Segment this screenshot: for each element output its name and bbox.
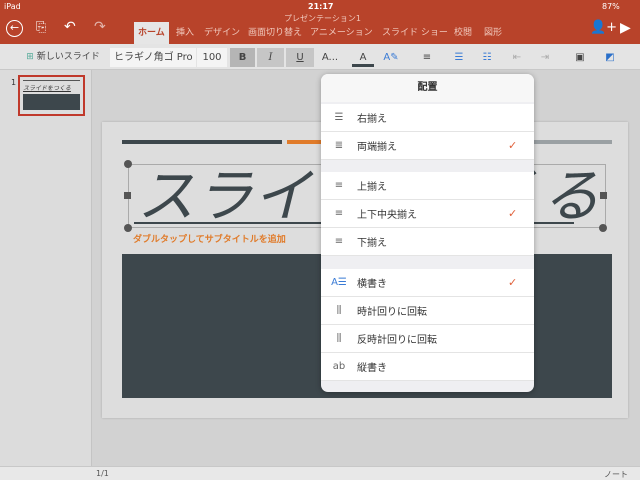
redo-icon[interactable]: ↷ [94, 19, 106, 35]
align-bottom-item[interactable]: ≡ 下揃え [321, 228, 534, 256]
notes-button[interactable]: ノート [604, 469, 628, 480]
vertical-text-icon: ab [332, 361, 346, 372]
tab-transitions[interactable]: 画面切り替え [244, 22, 306, 44]
popover-title: 配置 [321, 74, 534, 102]
bullets-icon[interactable]: ☰ [448, 48, 470, 67]
item-label: 縦書き [357, 363, 387, 374]
status-bar: 1/1 ノート [0, 466, 640, 480]
resize-handle[interactable] [599, 224, 607, 232]
rotate-cw-item[interactable]: ⫼ 時計回りに回転 [321, 297, 534, 325]
align-right-item[interactable]: ☰ 右揃え [321, 104, 534, 132]
align-right-icon: ☰ [334, 112, 344, 123]
new-slide-label: 新しいスライド [36, 52, 100, 62]
indent-icon[interactable]: ⇥ [534, 48, 556, 67]
slide-thumbnails-pane: 1 スライドをつくる [0, 70, 92, 466]
shape-icon[interactable]: ◩ [600, 48, 620, 67]
text-box-icon[interactable]: ▣ [570, 48, 590, 67]
tab-shape[interactable]: 図形 [480, 22, 506, 44]
resize-handle[interactable] [124, 160, 132, 168]
tab-insert[interactable]: 挿入 [172, 22, 198, 44]
font-size-field[interactable]: 100 [197, 48, 227, 67]
align-middle-icon: ≡ [334, 208, 344, 219]
horizontal-text-item[interactable]: A☰ 横書き ✓ [321, 269, 534, 297]
item-label: 上下中央揃え [357, 210, 417, 221]
page-indicator: 1/1 [96, 469, 109, 478]
justify-icon: ≣ [334, 140, 344, 151]
thumb-title: スライドをつくる [23, 85, 71, 92]
tab-animations[interactable]: アニメーション [306, 22, 377, 44]
arrange-popover: 配置 ☰ 右揃え ≣ 両端揃え ✓ ≡ 上揃え ≡ 上下中央揃え ✓ ≡ 下揃え A☰ 横書き ✓… [321, 74, 534, 392]
align-middle-item[interactable]: ≡ 上下中央揃え ✓ [321, 200, 534, 228]
share-user-icon[interactable]: 👤+ [590, 20, 617, 35]
tab-review[interactable]: 校閲 [450, 22, 476, 44]
highlight-icon[interactable]: A✎ [380, 48, 402, 67]
bold-button[interactable]: B [230, 48, 255, 67]
checkmark-icon: ✓ [508, 139, 518, 152]
item-label: 両端揃え [357, 142, 397, 153]
font-name-field[interactable]: ヒラギノ角ゴ Pro [110, 48, 196, 67]
slide-thumbnail[interactable]: スライドをつくる [18, 75, 85, 116]
item-label: 横書き [357, 279, 387, 290]
vertical-text-item[interactable]: ab 縦書き [321, 353, 534, 381]
font-color-button[interactable]: A [352, 48, 374, 67]
align-bottom-icon: ≡ [334, 236, 344, 247]
item-label: 反時計回りに回転 [357, 335, 437, 346]
align-top-icon: ≡ [334, 180, 344, 191]
align-top-item[interactable]: ≡ 上揃え [321, 172, 534, 200]
new-slide-button[interactable]: ⊞ 新しいスライド [22, 48, 104, 67]
rotate-ccw-item[interactable]: ⫼ 反時計回りに回転 [321, 325, 534, 353]
more-font-button[interactable]: A... [318, 48, 342, 67]
file-icon[interactable]: ⎘ [36, 20, 46, 35]
new-slide-icon: ⊞ [26, 52, 34, 62]
ribbon-toolbar: ⊞ 新しいスライド ヒラギノ角ゴ Pro 100 B I U A... A A✎… [0, 44, 640, 70]
play-icon[interactable]: ▶ [620, 20, 631, 36]
item-label: 上揃え [357, 182, 387, 193]
resize-handle[interactable] [600, 192, 607, 199]
outdent-icon[interactable]: ⇤ [506, 48, 528, 67]
app-header: iPad 21:17 87% プレゼンテーション1 ← ⎘ ↶ ↷ ホーム 挿入… [0, 0, 640, 44]
thumb-number: 1 [11, 78, 17, 87]
tab-home[interactable]: ホーム [134, 22, 169, 44]
resize-handle[interactable] [124, 224, 132, 232]
back-icon[interactable]: ← [6, 20, 23, 37]
device-label: iPad [4, 2, 21, 11]
tab-slideshow[interactable]: スライド ショー [378, 22, 452, 44]
checkmark-icon: ✓ [508, 207, 518, 220]
checkmark-icon: ✓ [508, 276, 518, 289]
numbering-icon[interactable]: ☷ [476, 48, 498, 67]
subtitle-placeholder[interactable]: ダブルタップしてサブタイトルを追加 [133, 232, 286, 245]
item-label: 右揃え [357, 114, 387, 125]
rotate-cw-icon: ⫼ [336, 305, 342, 316]
rotate-ccw-icon: ⫼ [336, 333, 342, 344]
tab-design[interactable]: デザイン [200, 22, 244, 44]
underline-button[interactable]: U [286, 48, 314, 67]
align-left-icon[interactable]: ≡ [416, 48, 438, 67]
clock: 21:17 [308, 2, 334, 11]
horizontal-text-icon: A☰ [331, 277, 347, 288]
item-label: 下揃え [357, 238, 387, 249]
battery-level: 87% [602, 2, 620, 11]
resize-handle[interactable] [124, 192, 131, 199]
item-label: 時計回りに回転 [357, 307, 427, 318]
undo-icon[interactable]: ↶ [64, 19, 76, 35]
justify-item[interactable]: ≣ 両端揃え ✓ [321, 132, 534, 160]
italic-button[interactable]: I [257, 48, 284, 67]
